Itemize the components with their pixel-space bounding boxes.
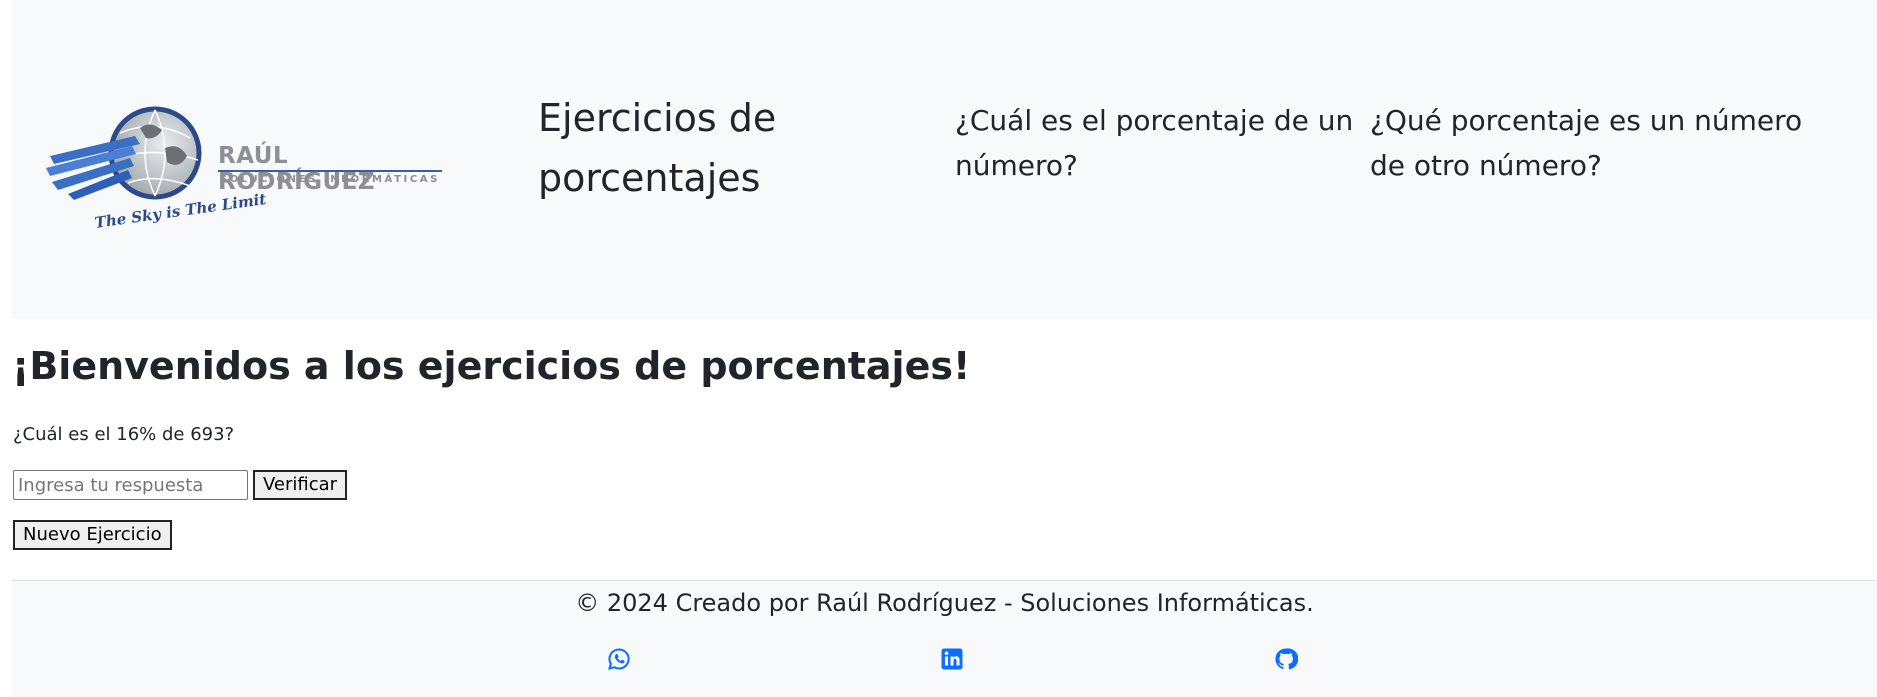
exercise-question: ¿Cuál es el 16% de 693?	[13, 424, 235, 445]
logo-globe-wing-icon	[46, 106, 202, 200]
nav-link-porcentaje-de-numero[interactable]: ¿Cuál es el porcentaje de un número?	[955, 98, 1355, 188]
github-icon	[1275, 648, 1299, 670]
github-link[interactable]	[1274, 647, 1299, 671]
copyright-text: © 2024 Creado por Raúl Rodríguez - Soluc…	[575, 589, 1314, 617]
new-exercise-button[interactable]: Nuevo Ejercicio	[13, 520, 172, 550]
linkedin-icon	[941, 648, 963, 670]
whatsapp-icon	[608, 648, 630, 670]
linkedin-link[interactable]	[940, 647, 964, 671]
nav-link-porcentaje-de-otro-numero[interactable]: ¿Qué porcentaje es un número de otro núm…	[1370, 98, 1840, 188]
site-header: RAÚL RODRÍGUEZ SOLUCIONES INFORMÁTICAS T…	[12, 0, 1877, 319]
site-footer: © 2024 Creado por Raúl Rodríguez - Soluc…	[12, 580, 1877, 697]
verify-button[interactable]: Verificar	[253, 470, 348, 500]
brand-title[interactable]: Ejercicios de porcentajes	[538, 88, 868, 208]
logo-name: RAÚL RODRÍGUEZ	[218, 143, 376, 195]
logo-divider	[218, 170, 442, 172]
site-logo[interactable]: RAÚL RODRÍGUEZ SOLUCIONES INFORMÁTICAS T…	[40, 98, 450, 248]
whatsapp-link[interactable]	[607, 647, 631, 671]
page-title: ¡Bienvenidos a los ejercicios de porcent…	[12, 344, 971, 388]
logo-subtitle: SOLUCIONES INFORMÁTICAS	[220, 174, 440, 185]
answer-input[interactable]	[13, 470, 248, 500]
